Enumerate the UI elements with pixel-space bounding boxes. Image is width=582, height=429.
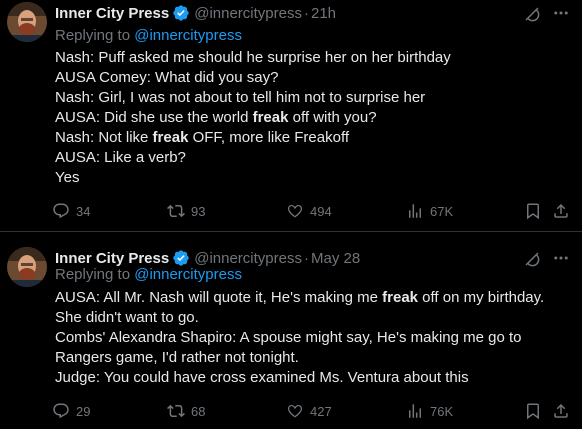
- reply-button[interactable]: 34: [52, 200, 90, 222]
- verified-badge-icon[interactable]: [172, 249, 190, 267]
- separator-dot: ·: [303, 4, 309, 22]
- text-segment: Judge: You could have cross examined Ms.…: [55, 369, 469, 386]
- bookmark-button[interactable]: [524, 200, 542, 222]
- tweet[interactable]: Inner City Press @innercitypress · May 2…: [0, 233, 582, 429]
- text-segment: Yes: [55, 169, 80, 186]
- tweet-text-line: Yes: [55, 168, 575, 188]
- views-count: 67K: [430, 203, 454, 219]
- tweet-text-line: Judge: You could have cross examined Ms.…: [55, 368, 575, 388]
- text-segment: Nash: Not like: [55, 129, 153, 146]
- handle[interactable]: @innercitypress: [194, 5, 302, 22]
- replying-to: Replying to @innercitypress: [55, 27, 242, 44]
- reply-count: 34: [76, 203, 91, 219]
- repost-count: 93: [191, 203, 206, 219]
- views-icon: [409, 204, 421, 218]
- grok-icon[interactable]: [523, 5, 541, 23]
- mention-link[interactable]: @innercitypress: [134, 27, 242, 44]
- text-segment: off with you?: [288, 109, 377, 126]
- tweet-text-line: Combs' Alexandra Shapiro: A spouse might…: [55, 328, 575, 348]
- bookmark-icon: [527, 403, 539, 420]
- bookmark-icon: [527, 203, 539, 220]
- text-segment: Nash: Puff asked me should he surprise h…: [55, 49, 451, 66]
- like-button[interactable]: 427: [286, 400, 332, 422]
- text-segment: Combs' Alexandra Shapiro: A spouse might…: [55, 329, 522, 346]
- text-segment: off on my birthday.: [418, 289, 545, 306]
- tweet-text-line: AUSA: Did she use the world freak off wi…: [55, 108, 575, 128]
- like-count: 494: [310, 203, 332, 219]
- display-name[interactable]: Inner City Press: [55, 250, 169, 267]
- views-button[interactable]: 76K: [406, 400, 453, 422]
- like-icon: [287, 404, 303, 418]
- avatar[interactable]: [7, 2, 47, 42]
- share-icon: [554, 203, 568, 218]
- tweet-text-line: Nash: Puff asked me should he surprise h…: [55, 48, 575, 68]
- tweet-text-line: AUSA Comey: What did you say?: [55, 68, 575, 88]
- replying-to: Replying to @innercitypress: [55, 266, 242, 283]
- replying-prefix: Replying to: [55, 27, 131, 44]
- share-button[interactable]: [552, 400, 570, 422]
- tweet-text-line: Rangers game, I'd rather not tonight.: [55, 348, 575, 368]
- tweet-text: Nash: Puff asked me should he surprise h…: [55, 48, 575, 188]
- bookmark-button[interactable]: [524, 400, 542, 422]
- tweet-header: Inner City Press @innercitypress · 21h: [55, 3, 336, 23]
- views-icon: [409, 404, 421, 418]
- text-segment: Nash: Girl, I was not about to tell him …: [55, 89, 426, 106]
- tweet-text-line: Nash: Not like freak OFF, more like Frea…: [55, 128, 575, 148]
- tweet-header: Inner City Press @innercitypress · May 2…: [55, 248, 360, 268]
- text-segment: OFF, more like Freakoff: [188, 129, 350, 146]
- text-segment: AUSA Comey: What did you say?: [55, 69, 279, 86]
- mention-link[interactable]: @innercitypress: [134, 266, 242, 283]
- more-icon[interactable]: [550, 3, 572, 23]
- tweet-text-line: AUSA: All Mr. Nash will quote it, He's m…: [55, 288, 575, 308]
- more-icon[interactable]: [550, 248, 572, 268]
- bold-word: freak: [152, 129, 189, 146]
- views-button[interactable]: 67K: [406, 200, 453, 222]
- tweet-text-line: AUSA: Like a verb?: [55, 148, 575, 168]
- verified-badge-icon[interactable]: [172, 4, 190, 22]
- tweet-text: AUSA: All Mr. Nash will quote it, He's m…: [55, 288, 575, 388]
- tweet[interactable]: Inner City Press @innercitypress · 21h R…: [0, 0, 582, 232]
- replying-prefix: Replying to: [55, 266, 131, 283]
- timestamp[interactable]: 21h: [311, 5, 336, 22]
- bold-word: freak: [382, 289, 419, 306]
- separator-dot: ·: [303, 249, 309, 267]
- share-button[interactable]: [552, 200, 570, 222]
- avatar[interactable]: [7, 247, 47, 287]
- repost-icon: [167, 204, 185, 218]
- share-icon: [554, 403, 568, 418]
- like-count: 427: [310, 403, 332, 419]
- text-segment: AUSA: Did she use the world: [55, 109, 253, 126]
- tweet-text-line: She didn't want to go.: [55, 308, 575, 328]
- repost-button[interactable]: 68: [167, 400, 205, 422]
- like-button[interactable]: 494: [286, 200, 332, 222]
- like-icon: [287, 204, 303, 218]
- reply-icon: [53, 403, 69, 419]
- action-bar: 34 93 494 67K: [52, 200, 577, 222]
- reply-button[interactable]: 29: [52, 400, 90, 422]
- views-count: 76K: [430, 403, 454, 419]
- grok-icon[interactable]: [523, 250, 541, 268]
- repost-icon: [167, 404, 185, 418]
- reply-count: 29: [76, 403, 91, 419]
- text-segment: She didn't want to go.: [55, 309, 199, 326]
- bold-word: freak: [252, 109, 289, 126]
- handle[interactable]: @innercitypress: [194, 250, 302, 267]
- action-bar: 29 68 427 76K: [52, 400, 577, 422]
- text-segment: AUSA: All Mr. Nash will quote it, He's m…: [55, 289, 383, 306]
- reply-icon: [53, 203, 69, 219]
- text-segment: AUSA: Like a verb?: [55, 149, 186, 166]
- timestamp[interactable]: May 28: [311, 250, 360, 267]
- tweet-text-line: Nash: Girl, I was not about to tell him …: [55, 88, 575, 108]
- repost-count: 68: [191, 403, 206, 419]
- display-name[interactable]: Inner City Press: [55, 5, 169, 22]
- repost-button[interactable]: 93: [167, 200, 205, 222]
- text-segment: Rangers game, I'd rather not tonight.: [55, 349, 299, 366]
